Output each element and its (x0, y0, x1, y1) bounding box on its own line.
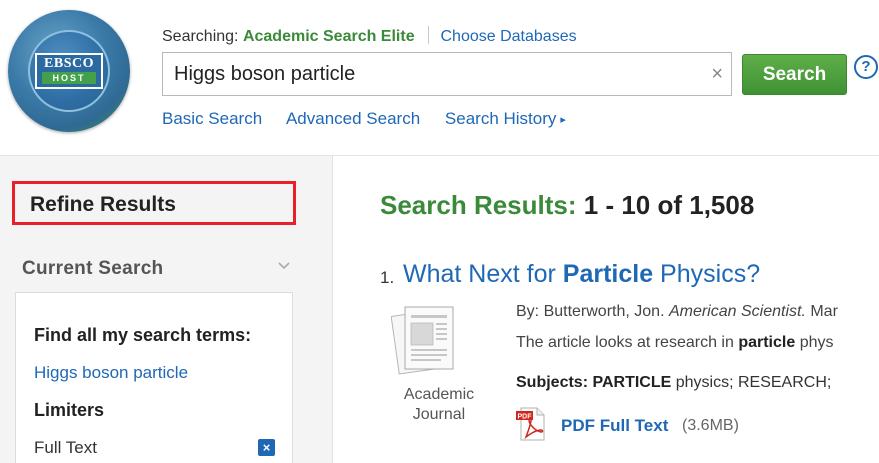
source-tail: Mar (805, 303, 838, 320)
refine-results-title: Refine Results (30, 193, 176, 216)
results-label: Search Results: (380, 190, 577, 220)
search-history-link[interactable]: Search History (445, 109, 556, 128)
advanced-search-link[interactable]: Advanced Search (286, 109, 420, 128)
find-all-terms-label: Find all my search terms: (34, 325, 252, 345)
refine-results-header: Refine Results (12, 181, 296, 225)
close-icon[interactable]: × (711, 63, 723, 85)
result-subjects: Subjects: PARTICLE physics; RESEARCH; (516, 374, 831, 392)
remove-limiter-icon[interactable]: × (258, 439, 275, 456)
publication-type-line: Academic (403, 386, 475, 403)
abstract-part: The article looks at research in (516, 334, 739, 351)
searching-line: Searching: Academic Search Elite Choose … (162, 26, 577, 46)
pdf-full-text-link[interactable]: PDF Full Text (561, 416, 668, 436)
limiters-label: Limiters (34, 400, 105, 420)
subjects-label: Subjects: (516, 374, 589, 391)
triangle-right-icon[interactable]: ▸ (560, 114, 566, 126)
pdf-file-size: (3.6MB) (682, 417, 739, 434)
logo-text-ebsco: EBSCO (44, 56, 94, 71)
search-results-heading: Search Results: 1 - 10 of 1,508 (380, 190, 754, 221)
divider (428, 26, 430, 44)
choose-databases-link[interactable]: Choose Databases (441, 28, 577, 45)
basic-search-link[interactable]: Basic Search (162, 109, 262, 128)
author-text: By: Butterworth, Jon. (516, 303, 669, 320)
publication-type: Academic Journal (392, 385, 486, 425)
chevron-down-icon[interactable] (278, 257, 290, 273)
document-icon[interactable] (390, 301, 471, 377)
full-text-limiter: Full Text (34, 438, 97, 457)
search-button[interactable]: Search (742, 54, 847, 95)
help-icon[interactable]: ? (854, 55, 878, 79)
title-part: Physics? (653, 260, 761, 288)
publication-type-line: Journal (412, 406, 466, 423)
refine-sidebar: Refine Results Current Search Find all m… (0, 156, 333, 463)
pdf-icon[interactable]: PDF (515, 407, 547, 441)
result-byline: By: Butterworth, Jon. American Scientist… (516, 303, 838, 321)
search-input[interactable] (163, 53, 693, 95)
logo-badge: EBSCO HOST (35, 53, 103, 89)
result-abstract: The article looks at research in particl… (516, 334, 834, 352)
result-number: 1. (380, 268, 395, 287)
abstract-part: phys (795, 334, 834, 351)
source-title: American Scientist. (668, 303, 806, 320)
search-mode-links: Basic Search Advanced Search Search Hist… (162, 109, 566, 129)
svg-text:PDF: PDF (518, 414, 533, 421)
subjects-list: physics; RESEARCH; (671, 374, 832, 391)
current-search-box: Find all my search terms: Higgs boson pa… (15, 292, 293, 463)
logo-text-host: HOST (42, 72, 96, 84)
title-highlight: Particle (562, 260, 654, 288)
searching-label: Searching: (162, 28, 239, 45)
result-title-link[interactable]: What Next for Particle Physics? (403, 260, 760, 289)
results-range: 1 - 10 of 1,508 (583, 190, 755, 220)
ebsco-host-logo[interactable]: EBSCO HOST (8, 10, 130, 132)
current-search-heading[interactable]: Current Search (22, 258, 163, 280)
search-box: × (162, 52, 732, 96)
search-term-link[interactable]: Higgs boson particle (34, 363, 188, 383)
subject-highlight: PARTICLE (592, 374, 672, 391)
title-part: What Next for (403, 260, 563, 288)
current-database: Academic Search Elite (242, 28, 415, 45)
abstract-highlight: particle (738, 334, 796, 351)
